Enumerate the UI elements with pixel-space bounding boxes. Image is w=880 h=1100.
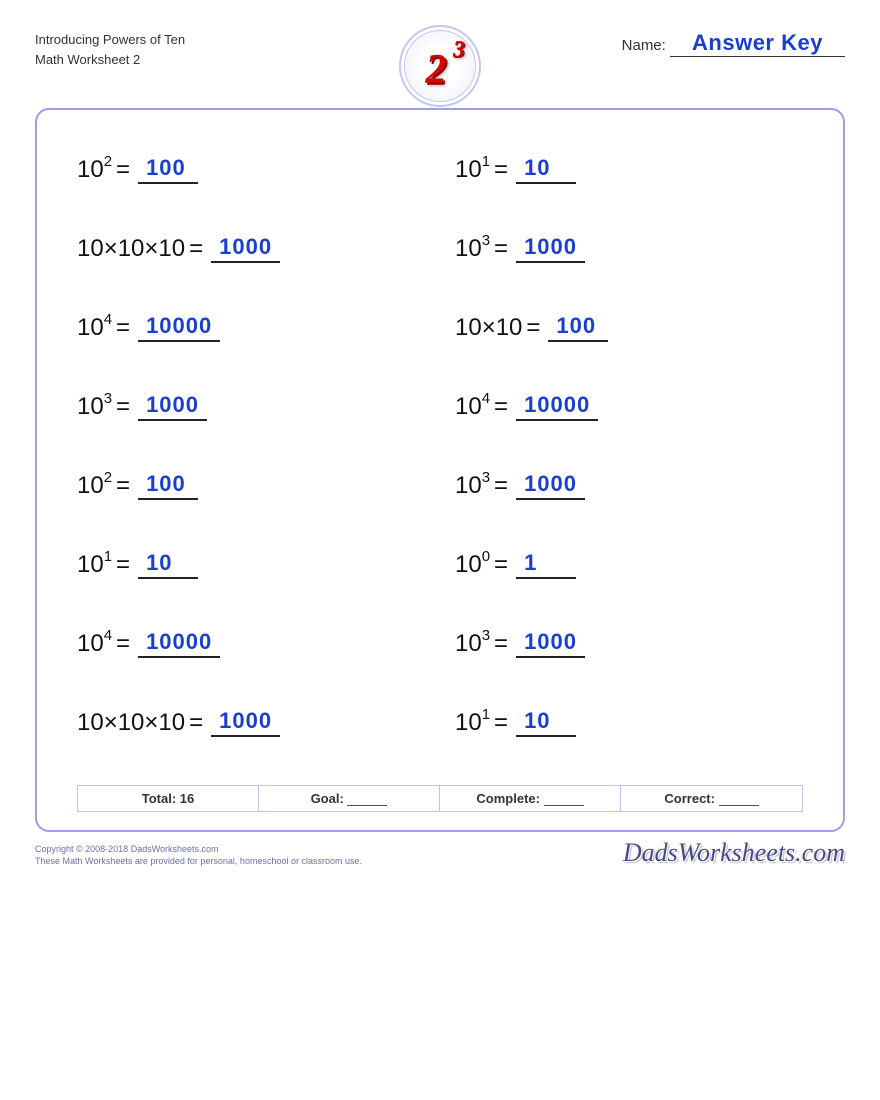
problem-answer: 1000: [516, 234, 585, 263]
equals-sign: =: [494, 709, 508, 737]
problem-answer: 10: [138, 550, 198, 579]
equals-sign: =: [116, 156, 130, 184]
problem-exponent: 3: [482, 232, 490, 249]
problem-item: 103= 1000: [455, 629, 803, 658]
problem-base: 103: [455, 234, 490, 263]
problem-answer: 1000: [211, 234, 280, 263]
problem-exponent: 4: [482, 390, 490, 407]
problem-item: 10×10= 100: [455, 313, 803, 342]
problem-expanded: 10×10: [455, 314, 522, 342]
problem-base: 103: [455, 471, 490, 500]
problem-base: 103: [455, 629, 490, 658]
problem-item: 100= 1: [455, 550, 803, 579]
problem-answer: 100: [138, 471, 198, 500]
problem-exponent: 4: [104, 627, 112, 644]
problem-item: 103= 1000: [455, 471, 803, 500]
exponent-badge: 2 3: [399, 25, 481, 107]
problem-expanded: 10×10×10: [77, 235, 185, 263]
equals-sign: =: [189, 709, 203, 737]
problem-exponent: 1: [482, 153, 490, 170]
footer-text: Copyright © 2008-2018 DadsWorksheets.com…: [35, 843, 362, 868]
problem-item: 103= 1000: [455, 234, 803, 263]
equals-sign: =: [494, 235, 508, 263]
equals-sign: =: [116, 393, 130, 421]
title-line-1: Introducing Powers of Ten: [35, 30, 185, 50]
problem-exponent: 2: [104, 469, 112, 486]
problem-base: 104: [77, 629, 112, 658]
equals-sign: =: [116, 314, 130, 342]
title-line-2: Math Worksheet 2: [35, 50, 185, 70]
problem-answer: 10: [516, 155, 576, 184]
problem-exponent: 3: [482, 469, 490, 486]
problem-answer: 10000: [138, 313, 220, 342]
score-row: Total: 16 Goal: Complete: Correct:: [77, 785, 803, 812]
problem-base: 102: [77, 471, 112, 500]
name-label: Name:: [622, 37, 666, 54]
problem-item: 104= 10000: [77, 629, 425, 658]
equals-sign: =: [494, 393, 508, 421]
problem-answer: 100: [548, 313, 608, 342]
problem-exponent: 1: [104, 548, 112, 565]
problem-item: 102= 100: [77, 155, 425, 184]
score-goal: Goal:: [259, 786, 440, 811]
equals-sign: =: [189, 235, 203, 263]
equals-sign: =: [116, 472, 130, 500]
problem-base: 104: [455, 392, 490, 421]
problem-item: 101= 10: [455, 155, 803, 184]
equals-sign: =: [526, 314, 540, 342]
problem-exponent: 3: [104, 390, 112, 407]
page-header: Introducing Powers of Ten Math Worksheet…: [35, 30, 845, 100]
problem-base: 101: [455, 155, 490, 184]
badge-base: 2: [426, 46, 447, 94]
problem-item: 101= 10: [77, 550, 425, 579]
problem-expanded: 10×10×10: [77, 709, 185, 737]
equals-sign: =: [116, 630, 130, 658]
badge-exponent: 3: [453, 37, 465, 64]
problems-grid: 102=100101=1010×10×10=1000103=1000104=10…: [77, 155, 803, 737]
equals-sign: =: [494, 551, 508, 579]
problem-item: 10×10×10= 1000: [77, 234, 425, 263]
equals-sign: =: [494, 630, 508, 658]
problem-answer: 1000: [516, 471, 585, 500]
problem-exponent: 3: [482, 627, 490, 644]
equals-sign: =: [494, 472, 508, 500]
problem-answer: 1000: [516, 629, 585, 658]
problem-base: 101: [77, 550, 112, 579]
footer-note: These Math Worksheets are provided for p…: [35, 855, 362, 868]
problem-exponent: 1: [482, 706, 490, 723]
problem-base: 102: [77, 155, 112, 184]
brand-logo: DadsWorksheets.com: [623, 838, 845, 868]
problem-base: 103: [77, 392, 112, 421]
problem-answer: 1: [516, 550, 576, 579]
score-correct: Correct:: [621, 786, 802, 811]
problem-exponent: 2: [104, 153, 112, 170]
score-total: Total: 16: [78, 786, 259, 811]
problem-exponent: 0: [482, 548, 490, 565]
problem-answer: 10000: [516, 392, 598, 421]
equals-sign: =: [116, 551, 130, 579]
problem-answer: 10000: [138, 629, 220, 658]
problem-base: 100: [455, 550, 490, 579]
name-field-block: Name: Answer Key: [622, 30, 845, 57]
problem-item: 102= 100: [77, 471, 425, 500]
score-complete: Complete:: [440, 786, 621, 811]
problem-base: 101: [455, 708, 490, 737]
page-footer: Copyright © 2008-2018 DadsWorksheets.com…: [35, 838, 845, 868]
problem-item: 103= 1000: [77, 392, 425, 421]
problem-answer: 10: [516, 708, 576, 737]
problem-item: 104= 10000: [77, 313, 425, 342]
problem-answer: 100: [138, 155, 198, 184]
problem-answer: 1000: [138, 392, 207, 421]
problem-base: 104: [77, 313, 112, 342]
worksheet-frame: 102=100101=1010×10×10=1000103=1000104=10…: [35, 108, 845, 832]
problem-item: 101= 10: [455, 708, 803, 737]
problem-exponent: 4: [104, 311, 112, 328]
worksheet-title-block: Introducing Powers of Ten Math Worksheet…: [35, 30, 185, 69]
name-value: Answer Key: [670, 30, 845, 57]
problem-answer: 1000: [211, 708, 280, 737]
copyright-text: Copyright © 2008-2018 DadsWorksheets.com: [35, 843, 362, 856]
problem-item: 10×10×10= 1000: [77, 708, 425, 737]
equals-sign: =: [494, 156, 508, 184]
problem-item: 104= 10000: [455, 392, 803, 421]
